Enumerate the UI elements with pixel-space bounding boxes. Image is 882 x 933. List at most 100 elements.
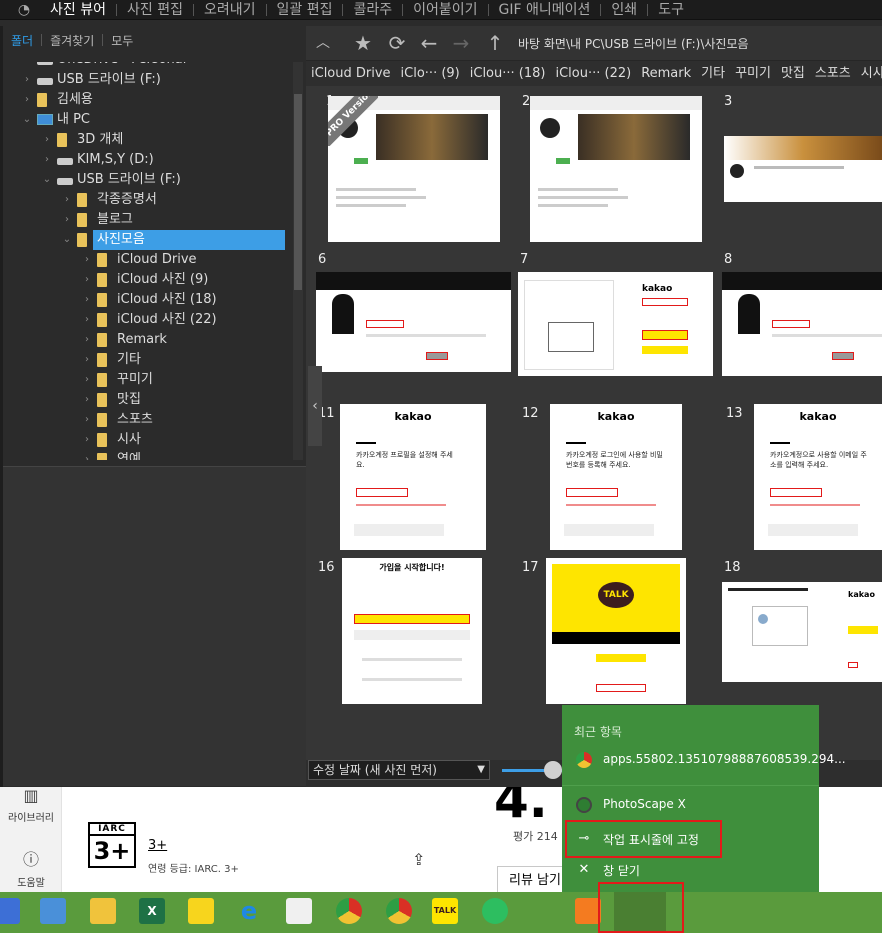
chevron-right-icon[interactable]: › bbox=[81, 370, 93, 390]
tree-item[interactable]: › 블로그 bbox=[3, 210, 293, 230]
subfolder-tab[interactable]: 맛집 bbox=[776, 61, 810, 86]
tree-item[interactable]: › Remark bbox=[3, 330, 293, 350]
close-window-item[interactable]: ✕ 창 닫기 bbox=[562, 857, 819, 883]
tree-item[interactable]: › 김세용 bbox=[3, 90, 293, 110]
collapse-panel-icon[interactable]: ‹ bbox=[308, 366, 322, 446]
tree-item[interactable]: › 연예 bbox=[3, 450, 293, 460]
subfolder-tab[interactable]: 꾸미기 bbox=[730, 61, 776, 86]
photo-thumbnail[interactable]: TALK bbox=[546, 558, 686, 704]
menu-item[interactable]: 오려내기 bbox=[194, 1, 266, 19]
photo-thumbnail[interactable]: 가입을 시작합니다! bbox=[342, 558, 482, 704]
menu-item[interactable]: 인쇄 bbox=[601, 1, 647, 19]
chevron-right-icon[interactable]: › bbox=[21, 70, 33, 90]
chrome-icon[interactable] bbox=[336, 898, 362, 924]
calculator-icon[interactable] bbox=[0, 898, 20, 924]
file-explorer-icon[interactable] bbox=[90, 898, 116, 924]
sidebar-item-library[interactable]: ▥ 라이브러리 bbox=[0, 786, 62, 824]
chevron-right-icon[interactable]: › bbox=[81, 290, 93, 310]
store-icon[interactable] bbox=[286, 898, 312, 924]
chevron-right-icon[interactable]: › bbox=[81, 330, 93, 350]
menu-item[interactable]: 사진 편집 bbox=[117, 1, 193, 19]
menu-item[interactable]: 이어붙이기 bbox=[403, 1, 487, 19]
age-rating-link[interactable]: 3+ bbox=[148, 838, 167, 853]
star-icon[interactable]: ★ bbox=[350, 30, 376, 56]
forward-arrow-icon[interactable]: → bbox=[448, 30, 474, 56]
menu-item[interactable]: 일괄 편집 bbox=[267, 1, 343, 19]
tree-item[interactable]: › iCloud 사진 (9) bbox=[3, 270, 293, 290]
chevron-right-icon[interactable]: › bbox=[41, 130, 53, 150]
chevron-right-icon[interactable]: › bbox=[81, 430, 93, 450]
menu-item[interactable]: 콜라주 bbox=[343, 1, 402, 19]
sticky-notes-icon[interactable] bbox=[188, 898, 214, 924]
tree-scrollbar-thumb[interactable] bbox=[294, 94, 302, 290]
tab-favorites[interactable]: 즐겨찾기 bbox=[42, 32, 102, 49]
photoscape-logo-icon[interactable]: ◔ bbox=[12, 0, 36, 20]
sidebar-item-help[interactable]: ⓘ 도움말 bbox=[0, 846, 62, 889]
chevron-right-icon[interactable]: › bbox=[61, 210, 73, 230]
tree-item[interactable]: › 맛집 bbox=[3, 390, 293, 410]
chevron-right-icon[interactable]: › bbox=[81, 450, 93, 460]
photo-thumbnail[interactable]: kakao 카카오계정 로그인에 사용할 비밀번호를 등록해 주세요. bbox=[550, 404, 682, 550]
tree-scrollbar[interactable] bbox=[293, 62, 303, 460]
subfolder-tab[interactable]: iClou··· (18) bbox=[465, 61, 551, 86]
tree-item[interactable]: ⌄ 내 PC bbox=[3, 110, 293, 130]
kakaotalk-icon[interactable]: TALK bbox=[432, 898, 458, 924]
photo-thumbnail[interactable] bbox=[724, 136, 882, 202]
chrome-user-icon[interactable] bbox=[386, 898, 412, 924]
chevron-down-icon[interactable]: ⌄ bbox=[61, 230, 73, 250]
chevron-right-icon[interactable]: › bbox=[21, 62, 33, 70]
share-icon[interactable]: ⇪ bbox=[412, 850, 425, 869]
folder-path[interactable]: 바탕 화면\내 PC\USB 드라이브 (F:)\사진모음 bbox=[518, 35, 749, 52]
tree-item[interactable]: › 각종증명서 bbox=[3, 190, 293, 210]
tree-item[interactable]: › 꾸미기 bbox=[3, 370, 293, 390]
tree-item[interactable]: › USB 드라이브 (F:) bbox=[3, 70, 293, 90]
app-icon[interactable] bbox=[40, 898, 66, 924]
photo-thumbnail[interactable] bbox=[316, 272, 511, 372]
app-launch-item[interactable]: PhotoScape X bbox=[562, 792, 819, 818]
up-arrow-icon[interactable]: ↑ bbox=[482, 30, 508, 56]
edge-icon[interactable]: e bbox=[236, 898, 262, 924]
chevron-right-icon[interactable]: › bbox=[81, 350, 93, 370]
tree-item[interactable]: › iCloud 사진 (18) bbox=[3, 290, 293, 310]
tree-item[interactable]: › 기타 bbox=[3, 350, 293, 370]
menu-item[interactable]: 도구 bbox=[648, 1, 694, 19]
tab-folders[interactable]: 폴더 bbox=[3, 32, 41, 49]
chevron-right-icon[interactable]: › bbox=[41, 150, 53, 170]
subfolder-tab[interactable]: 시사 bbox=[856, 61, 882, 86]
tree-item[interactable]: › iCloud 사진 (22) bbox=[3, 310, 293, 330]
chevron-right-icon[interactable]: › bbox=[81, 390, 93, 410]
tree-item[interactable]: ⌄ 사진모음 bbox=[3, 230, 293, 250]
subfolder-tab[interactable]: 기타 bbox=[696, 61, 730, 86]
tree-item[interactable]: › OneDrive - Personal bbox=[3, 62, 293, 70]
sort-dropdown[interactable]: 수정 날짜 (새 사진 먼저) ▼ bbox=[308, 760, 490, 780]
subfolder-tab[interactable]: Remark bbox=[636, 61, 696, 86]
tab-all[interactable]: 모두 bbox=[103, 32, 141, 49]
chevron-down-icon[interactable]: ⌄ bbox=[41, 170, 53, 190]
menu-item[interactable]: GIF 애니메이션 bbox=[489, 1, 601, 19]
chevron-right-icon[interactable]: › bbox=[81, 270, 93, 290]
zoom-slider-handle[interactable] bbox=[544, 761, 562, 779]
photo-thumbnail[interactable]: kakao bbox=[518, 272, 713, 376]
refresh-icon[interactable]: ⟳ bbox=[384, 30, 410, 56]
photo-thumbnail[interactable]: kakao bbox=[722, 582, 882, 682]
back-arrow-icon[interactable]: ← bbox=[416, 30, 442, 56]
chevron-right-icon[interactable]: › bbox=[81, 310, 93, 330]
chevron-right-icon[interactable]: › bbox=[61, 190, 73, 210]
excel-icon[interactable]: X bbox=[139, 898, 165, 924]
chevron-right-icon[interactable]: › bbox=[81, 410, 93, 430]
collapse-up-icon[interactable]: ︿ bbox=[310, 30, 336, 56]
chevron-right-icon[interactable]: › bbox=[81, 250, 93, 270]
chevron-down-icon[interactable]: ⌄ bbox=[21, 110, 33, 130]
photo-thumbnail[interactable]: kakao 카카오계정 프로필을 설정해 주세요. bbox=[340, 404, 486, 550]
photo-thumbnail[interactable] bbox=[530, 96, 702, 242]
photo-thumbnail[interactable]: kakao 카카오계정으로 사용할 이메일 주소를 입력해 주세요. bbox=[754, 404, 882, 550]
tree-item[interactable]: › 3D 개체 bbox=[3, 130, 293, 150]
tree-item[interactable]: › KIM,S,Y (D:) bbox=[3, 150, 293, 170]
tree-item[interactable]: ⌄ USB 드라이브 (F:) bbox=[3, 170, 293, 190]
subfolder-tab[interactable]: iClo··· (9) bbox=[396, 61, 465, 86]
subfolder-tab[interactable]: iClou··· (22) bbox=[550, 61, 636, 86]
tree-item[interactable]: › 시사 bbox=[3, 430, 293, 450]
evernote-icon[interactable] bbox=[482, 898, 508, 924]
subfolder-tab[interactable]: iCloud Drive bbox=[306, 61, 396, 86]
photo-thumbnail[interactable] bbox=[722, 272, 882, 376]
